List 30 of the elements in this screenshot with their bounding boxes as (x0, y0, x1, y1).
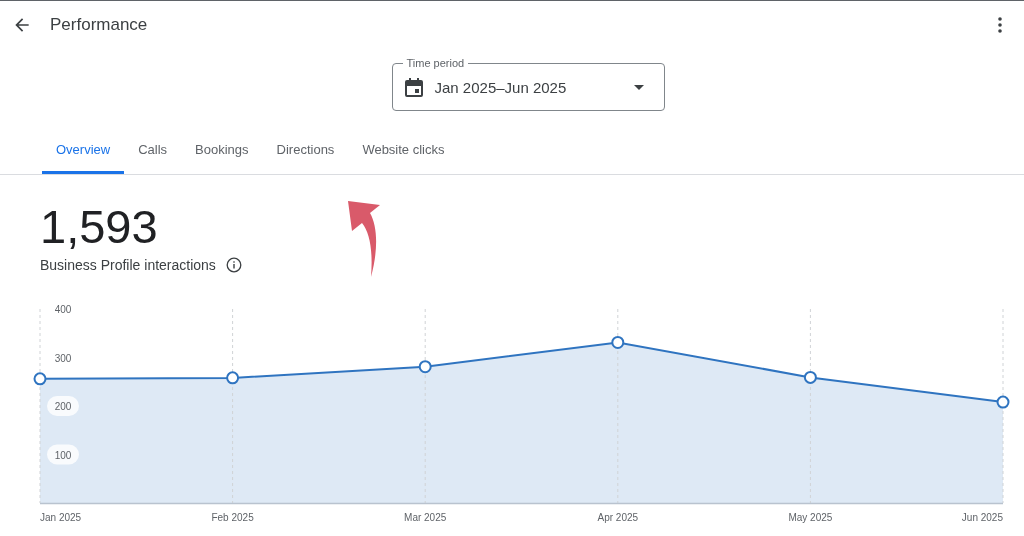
x-axis-label: Jun 2025 (961, 512, 1003, 523)
data-point[interactable] (33, 372, 47, 386)
x-axis-label: May 2025 (788, 512, 833, 523)
x-axis-label: Apr 2025 (597, 512, 639, 523)
info-icon[interactable] (225, 257, 242, 273)
y-tick-label: 100 (54, 449, 72, 461)
tab[interactable]: Website clicks (348, 129, 459, 174)
more-options-icon[interactable] (998, 17, 1002, 33)
page-title: Performance (50, 15, 148, 35)
x-axis-label: Mar 2025 (404, 512, 447, 523)
y-axis-label: 300 (54, 352, 72, 364)
calendar-icon (404, 77, 423, 97)
interactions-total: 1,593 (40, 201, 158, 253)
y-tick-label: 200 (54, 401, 72, 412)
tab[interactable]: Overview (42, 129, 125, 174)
data-point[interactable] (611, 335, 625, 349)
y-axis-label: 200 (47, 396, 79, 416)
data-point[interactable] (996, 395, 1010, 409)
data-point[interactable] (226, 371, 240, 385)
data-point[interactable] (418, 360, 432, 374)
tab[interactable]: Calls (124, 129, 182, 174)
y-axis-label: 100 (47, 444, 79, 465)
metric-label: Business Profile interactions (40, 257, 216, 273)
data-point[interactable] (803, 370, 817, 384)
tab[interactable]: Directions (262, 129, 349, 174)
x-axis-label: Jan 2025 (40, 512, 82, 523)
dropdown-caret-icon (633, 84, 644, 90)
tab[interactable]: Bookings (181, 129, 263, 174)
x-axis-label: Feb 2025 (211, 512, 254, 523)
y-axis-label: 400 (54, 304, 72, 315)
